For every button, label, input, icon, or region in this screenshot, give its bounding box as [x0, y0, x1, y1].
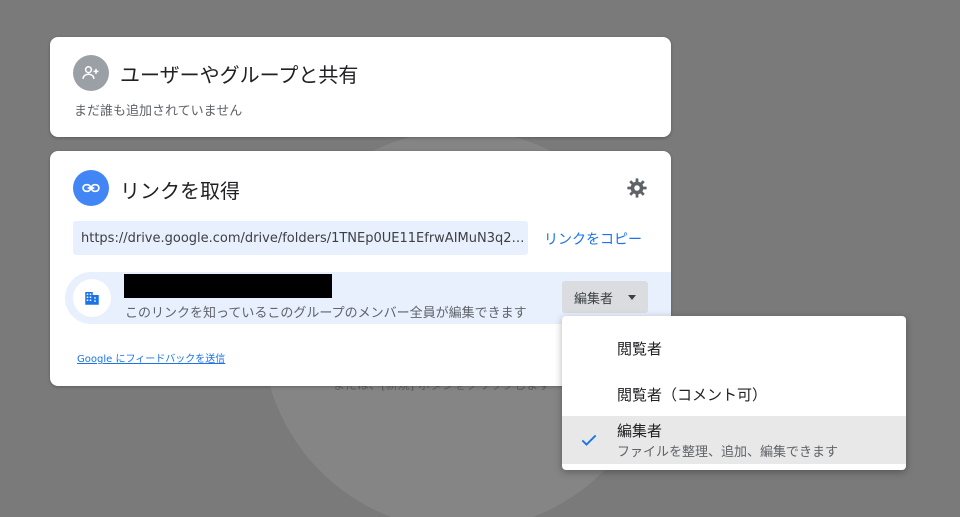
caret-down-icon: [628, 295, 636, 300]
menu-item-description: ファイルを整理、追加、編集できます: [617, 445, 839, 460]
get-link-title: リンクを取得: [120, 179, 240, 203]
role-dropdown-label: 編集者: [574, 291, 614, 307]
link-icon: [73, 170, 109, 206]
menu-item-viewer[interactable]: 閲覧者: [562, 324, 906, 370]
access-description: このリンクを知っているこのグループのメンバー全員が編集できます: [125, 306, 527, 321]
check-icon: [581, 434, 597, 446]
menu-item-editor[interactable]: 編集者 ファイルを整理、追加、編集できます: [562, 416, 906, 464]
menu-item-label: 編集者: [617, 422, 663, 440]
menu-item-commenter[interactable]: 閲覧者（コメント可）: [562, 370, 906, 416]
share-with-people-card[interactable]: ユーザーやグループと共有 まだ誰も追加されていません: [50, 37, 671, 137]
share-url-text[interactable]: https://drive.google.com/drive/folders/1…: [81, 231, 526, 246]
role-dropdown[interactable]: 編集者: [562, 281, 648, 313]
role-menu: 閲覧者 閲覧者（コメント可） 編集者 ファイルを整理、追加、編集できます: [562, 316, 906, 470]
menu-item-label: 閲覧者（コメント可）: [617, 386, 768, 404]
building-icon: [73, 279, 111, 317]
share-card-title: ユーザーやグループと共有: [120, 63, 359, 87]
menu-item-label: 閲覧者: [617, 340, 663, 358]
person-add-icon: [73, 55, 109, 91]
redacted-group-name: [124, 274, 332, 298]
send-feedback-link[interactable]: Google にフィードバックを送信: [77, 350, 225, 365]
copy-link-button[interactable]: リンクをコピー: [544, 229, 642, 249]
share-card-subtitle: まだ誰も追加されていません: [74, 104, 243, 119]
share-url-field[interactable]: https://drive.google.com/drive/folders/1…: [73, 221, 528, 255]
gear-icon[interactable]: [625, 176, 649, 200]
